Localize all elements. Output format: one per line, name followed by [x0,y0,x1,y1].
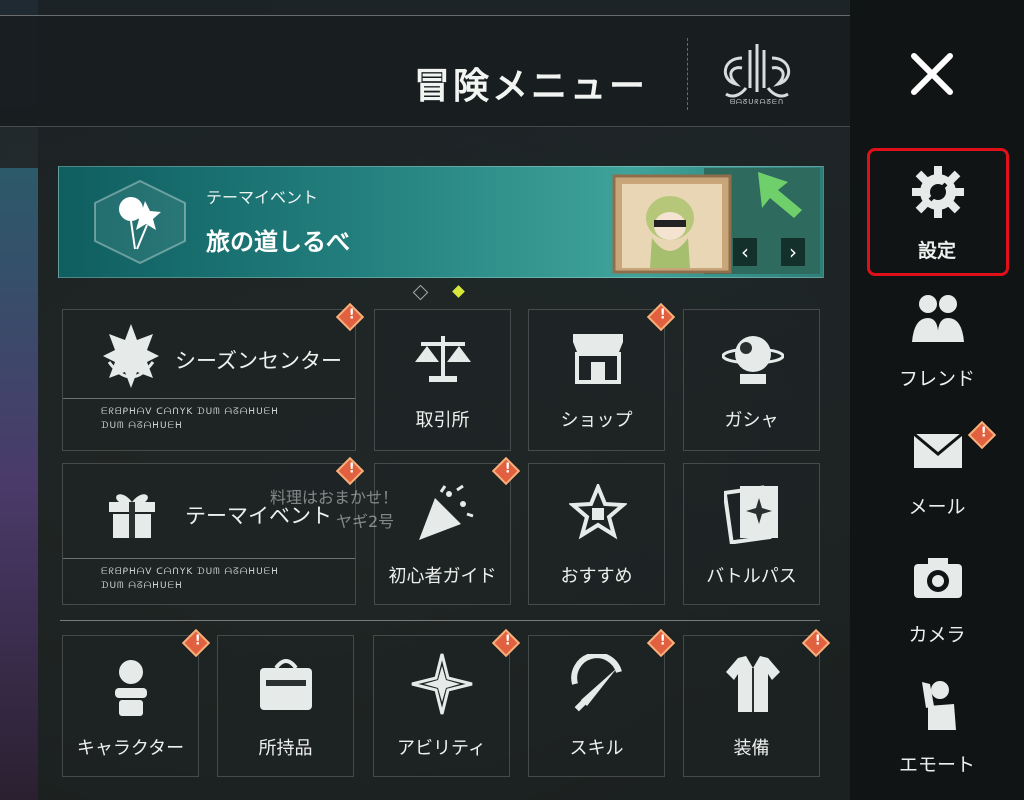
character-person-icon [115,660,147,716]
sidebar-item-emote[interactable]: エモート [850,676,1024,776]
tile-character[interactable]: キャラクター [62,635,199,777]
tile-skill[interactable]: スキル [528,635,665,777]
gift-box-icon [109,494,155,538]
tile-cipher: ᗴᖇᗺᑭᕼᗩᐯ ᑕᗩᑎYK ᗪᑌᗰ ᗩᘔᗩᕼᑌᗴᕼ [101,407,279,417]
banner-prev-button[interactable]: ‹ [733,238,757,266]
banner-title: 旅の道しるべ [206,228,350,256]
sidebar-item-camera[interactable]: カメラ [850,548,1024,648]
section-divider [60,620,820,621]
gacha-orb-icon [722,336,784,384]
character-art-strip [0,168,38,800]
page-title: 冒険メニュー [413,66,648,107]
sidebar-label: フレンド [898,368,975,390]
balloon-star-icon [94,179,186,265]
season-star-icon [103,324,159,388]
compass-star-icon [411,653,473,715]
sidebar-label: カメラ [908,624,966,646]
star-thumbsup-icon [569,484,627,540]
tile-exchange[interactable]: 取引所 [374,309,511,451]
banner-subtitle: テーマイベント [206,188,319,207]
tile-label: 装備 [733,738,770,759]
sidebar-label: 設定 [917,240,956,262]
tile-label: 初心者ガイド [388,566,497,587]
header-divider [687,38,689,110]
tile-label: アビリティ [397,738,486,759]
shop-storefront-icon [573,334,623,384]
bag-inventory-icon [260,659,312,710]
background-sign-text-2: ヤギ2号 [336,512,395,531]
sidebar-label: メール [908,496,966,518]
tile-label: シーズンセンター [175,349,342,373]
sidebar-label: エモート [898,754,975,776]
tile-battle-pass[interactable]: バトルパス [683,463,820,605]
emote-icon [922,681,956,730]
tile-recommended[interactable]: おすすめ [528,463,665,605]
tile-cipher: ᗴᖇᗺᑭᕼᗩᐯ ᑕᗩᑎYK ᗪᑌᗰ ᗩᘔᗩᕼᑌᗴᕼ [101,567,279,577]
tile-label: ガシャ [724,410,779,431]
tile-cipher-2: ᗪᑌᗰ ᗩᘔᗩᕼᑌᗴᕼ [101,421,183,431]
tile-label: おすすめ [560,566,633,587]
close-icon[interactable] [910,52,954,96]
mail-icon [913,432,963,468]
battle-pass-card-icon [724,485,778,544]
tile-season-center[interactable]: シーズンセンター ᗴᖇᗺᑭᕼᗩᐯ ᑕᗩᑎYK ᗪᑌᗰ ᗩᘔᗩᕼᑌᗴᕼ ᗪᑌᗰ ᗩ… [62,309,356,451]
tile-ability[interactable]: アビリティ [373,635,510,777]
tile-gacha[interactable]: ガシャ [683,309,820,451]
game-logo-text: ᗺᗩᘔᑌᖇᗩᘔᗴᑎ [729,98,785,106]
tile-label: 取引所 [415,410,470,431]
tile-label: ショップ [560,410,633,431]
sword-skill-icon [571,654,622,712]
party-popper-icon [419,484,474,540]
background-sign-text: 料理はおまかせ！ [270,488,399,507]
banner-next-button[interactable]: › [781,238,805,266]
sidebar-item-mail[interactable]: メール [850,418,1024,518]
armor-jacket-icon [726,656,780,712]
camera-icon [914,558,962,598]
friends-icon [912,295,964,342]
sidebar-item-settings[interactable]: 設定 [850,160,1024,270]
tile-cipher-2: ᗪᑌᗰ ᗩᘔᗩᕼᑌᗴᕼ [101,581,183,591]
scales-icon [415,336,471,382]
tile-label: スキル [569,738,624,759]
tile-shop[interactable]: ショップ [528,309,665,451]
tile-label: 所持品 [258,738,313,759]
tile-label: キャラクター [76,738,185,759]
tile-equipment[interactable]: 装備 [683,635,820,777]
tile-label: バトルパス [706,566,797,587]
tile-inventory[interactable]: 所持品 [217,635,354,777]
gear-wrench-icon [912,166,964,218]
sidebar-item-friends[interactable]: フレンド [850,288,1024,390]
